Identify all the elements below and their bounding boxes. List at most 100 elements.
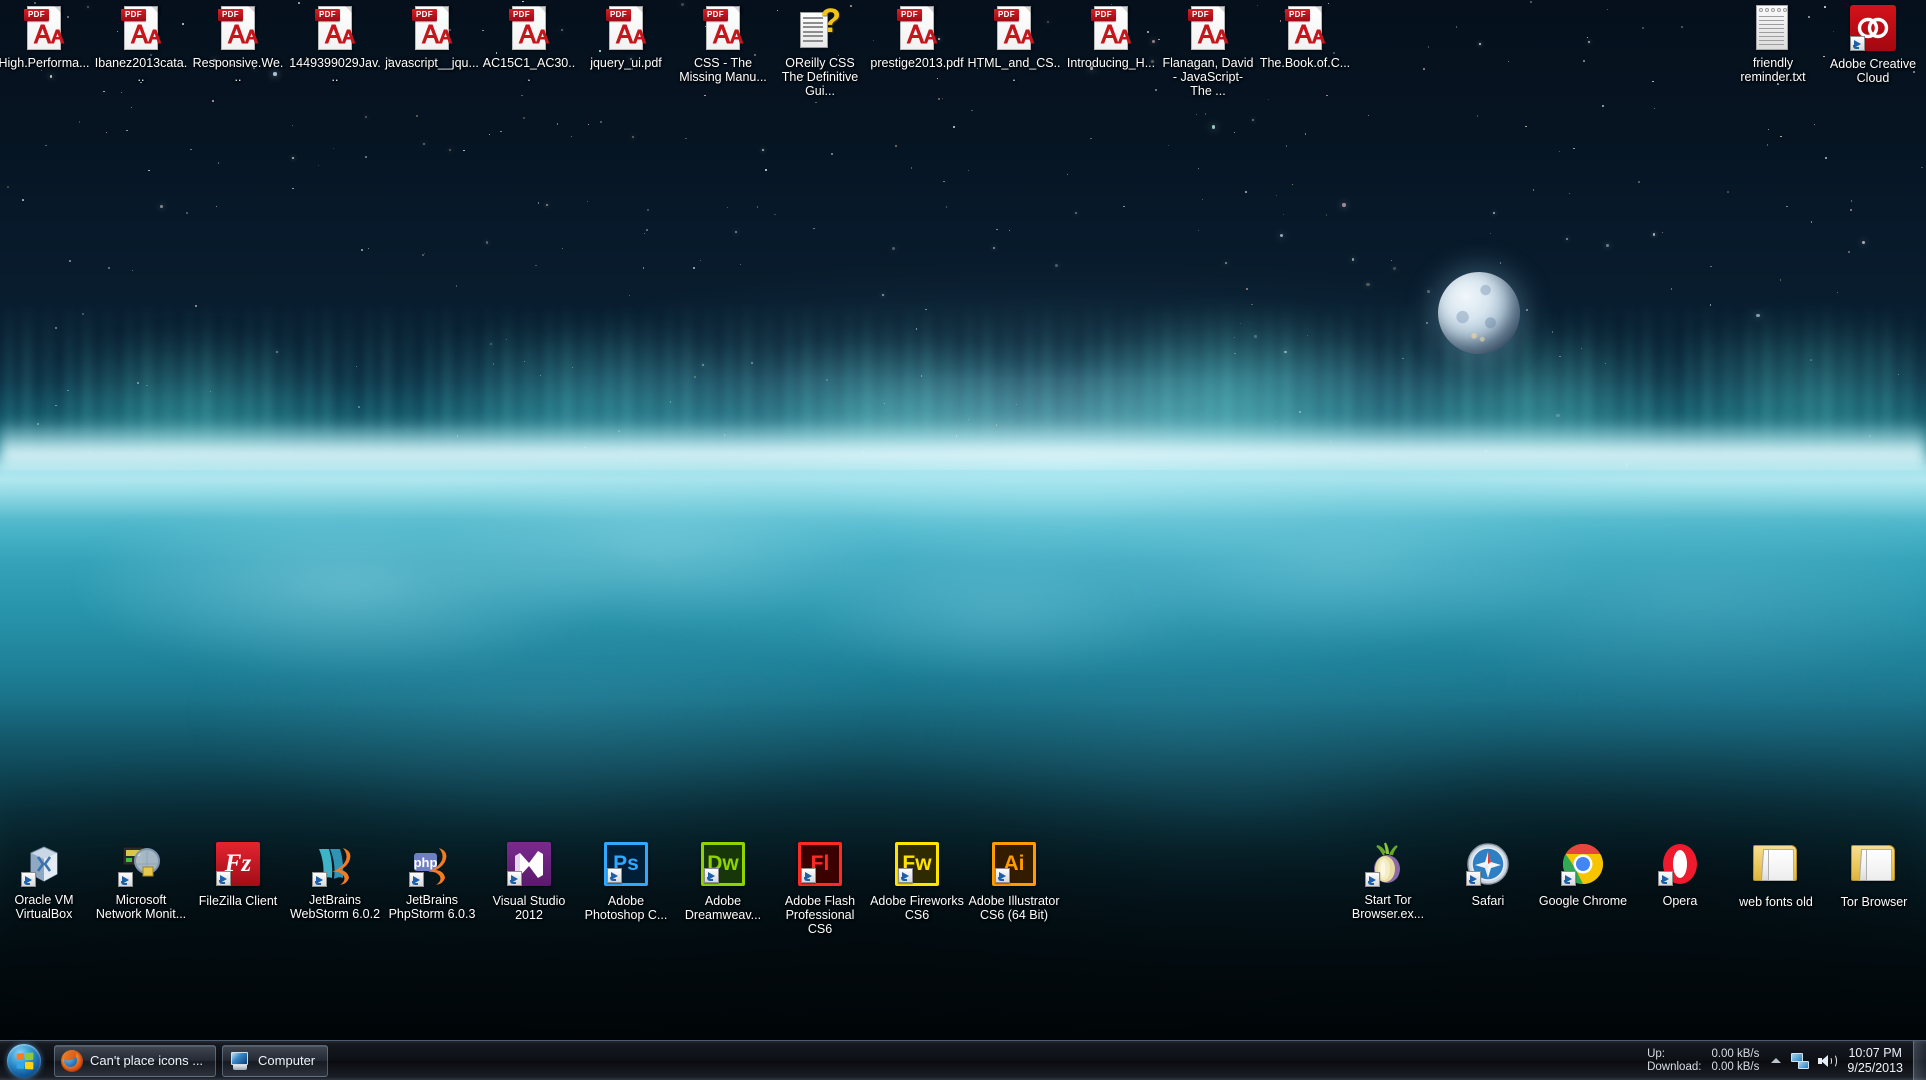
desktop-app-icon-4[interactable]: php JetBrains PhpStorm 6.0.3 [384,840,480,921]
desktop-app-icon-right-1[interactable]: Safari [1440,840,1536,908]
star [1710,265,1712,267]
desktop-icon-art: ? [796,4,844,52]
volume-icon[interactable] [1813,1041,1839,1080]
desktop-app-icon-8[interactable]: Fl Adobe Flash Professional CS6 [772,840,868,936]
pdf-file-icon: ‌🗛 PDF [606,4,646,52]
desktop-app-icon-10[interactable]: Ai Adobe Illustrator CS6 (64 Bit) [966,840,1062,922]
desktop-icon-art: Fz [214,842,262,890]
desktop-icon-3[interactable]: ‌🗛 PDF 1449399029Jav... [287,4,383,84]
shortcut-arrow-icon [1658,871,1673,886]
desktop-icon-art [1850,843,1898,891]
desktop-icon-art: ‌🗛 PDF [1087,4,1135,52]
star [765,169,767,171]
adobe-app-icon: Ai [992,842,1036,886]
show-hidden-icons-button[interactable] [1765,1041,1787,1080]
desktop-icon-art [20,841,68,889]
start-button[interactable] [0,1042,48,1080]
desktop-icon-6[interactable]: ‌🗛 PDF jquery_ui.pdf [578,4,674,70]
net-up-value: 0.00 kB/s [1711,1047,1760,1060]
desktop-app-icon-1[interactable]: Microsoft Network Monit... [93,840,189,921]
desktop-icon-label: FileZilla Client [198,894,278,908]
desktop-icon-right-1[interactable]: Adobe Creative Cloud [1825,4,1921,85]
pdf-file-icon: ‌🗛 PDF [121,4,161,52]
folder-icon [1752,843,1800,885]
desktop-icon-art: ‌🗛 PDF [214,4,262,52]
desktop-icon-9[interactable]: ‌🗛 PDF prestige2013.pdf [869,4,965,70]
desktop-icon-label: Tor Browser [1840,895,1908,909]
desktop-icon-8[interactable]: ? OReilly CSS The Definitive Gui... [772,4,868,98]
star [160,204,164,208]
star [522,0,524,3]
star [212,100,214,102]
shortcut-arrow-icon [704,868,719,883]
virtualbox-icon [21,841,67,887]
net-up-label: Up: [1647,1047,1665,1060]
star [291,124,293,127]
google-chrome-icon [1561,842,1605,886]
taskbar-button-firefox[interactable]: Can't place icons ... [54,1044,217,1077]
desktop-app-icon-7[interactable]: Dw Adobe Dreamweav... [675,840,771,922]
desktop-icon-label: Start Tor Browser.ex... [1351,893,1425,921]
desktop-icon-art [1656,842,1704,890]
desktop-icon-13[interactable]: ‌🗛 PDF The.Book.of.C... [1257,4,1353,70]
webstorm-icon [312,841,358,887]
desktop-icon-4[interactable]: ‌🗛 PDF javascript__jqu... [384,4,480,70]
desktop-icon-0[interactable]: ‌🗛 PDF High.Performa... [0,4,92,70]
star [1245,191,1247,194]
star [894,144,897,147]
clock[interactable]: 10:07 PM 9/25/2013 [1839,1046,1911,1076]
desktop-app-icon-right-5[interactable]: Tor Browser [1826,840,1922,909]
desktop-icon-art: ‌🗛 PDF [1281,4,1329,52]
desktop-icon-art: ‌🗛 PDF [311,4,359,52]
desktop-app-icon-right-3[interactable]: Opera [1632,840,1728,908]
desktop-app-icon-right-2[interactable]: Google Chrome [1535,840,1631,908]
desktop-icon-art: Fw [893,842,941,890]
safari-compass-icon [1466,842,1510,886]
taskbar[interactable]: Can't place icons ... Computer Up: Downl… [0,1040,1926,1080]
desktop-icon-label: prestige2013.pdf [870,56,964,70]
clock-time: 10:07 PM [1848,1045,1902,1060]
desktop-app-icon-0[interactable]: Oracle VM VirtualBox [0,840,92,921]
star [1326,94,1328,97]
windows-logo-icon [7,1043,41,1078]
network-icon[interactable] [1787,1041,1813,1080]
desktop-app-icon-5[interactable]: Visual Studio 2012 [481,840,577,922]
desktop-icon-7[interactable]: ‌🗛 PDF CSS - The Missing Manu... [675,4,771,84]
star [586,200,588,202]
desktop-app-icon-2[interactable]: Fz FileZilla Client [190,840,286,908]
desktop-icon-art [1752,843,1800,891]
desktop-icon-5[interactable]: ‌🗛 PDF AC15C1_AC30... [481,4,577,84]
filezilla-icon: Fz [216,842,260,886]
star [971,109,973,112]
taskbar-button-computer[interactable]: Computer [222,1044,329,1077]
star [1195,113,1197,115]
star [1508,60,1510,62]
network-speed-meter: Up: Download: 0.00 kB/s 0.00 kB/s [1637,1048,1765,1074]
desktop-app-icon-right-0[interactable]: Start Tor Browser.ex... [1340,840,1436,921]
star [1530,0,1533,3]
star [488,133,491,135]
star [364,156,367,158]
desktop-icon-10[interactable]: ‌🗛 PDF HTML_and_CS... [966,4,1062,84]
shortcut-arrow-icon [312,872,327,887]
star [1123,205,1125,207]
desktop-icon-12[interactable]: ‌🗛 PDF Flanagan, David - JavaScript- The .… [1160,4,1256,98]
star [317,164,319,166]
desktop-app-icon-3[interactable]: JetBrains WebStorm 6.0.2 [287,840,383,921]
desktop-app-icon-6[interactable]: Ps Adobe Photoshop C... [578,840,674,922]
show-desktop-button[interactable] [1913,1041,1926,1080]
desktop-icon-11[interactable]: ‌🗛 PDF Introducing_H... [1063,4,1159,70]
desktop-icon-2[interactable]: ‌🗛 PDF Responsive.We... [190,4,286,84]
desktop-icon-art [1464,842,1512,890]
desktop-app-icon-right-4[interactable]: web fonts old [1728,840,1824,909]
desktop-icon-art [1849,5,1897,53]
desktop-icon-1[interactable]: ‌🗛 PDF Ibanez2013cata... [93,4,189,84]
desktop-icon-right-0[interactable]: friendly reminder.txt [1725,4,1821,84]
desktop-icon-label: Adobe Dreamweav... [684,894,762,922]
desktop-app-icon-9[interactable]: Fw Adobe Fireworks CS6 [869,840,965,922]
desktop-icon-label: Introducing_H... [1066,56,1156,70]
computer-icon [229,1050,251,1072]
star [523,117,525,119]
help-document-icon: ? [798,4,842,52]
desktop-icon-art: ‌🗛 PDF [699,4,747,52]
